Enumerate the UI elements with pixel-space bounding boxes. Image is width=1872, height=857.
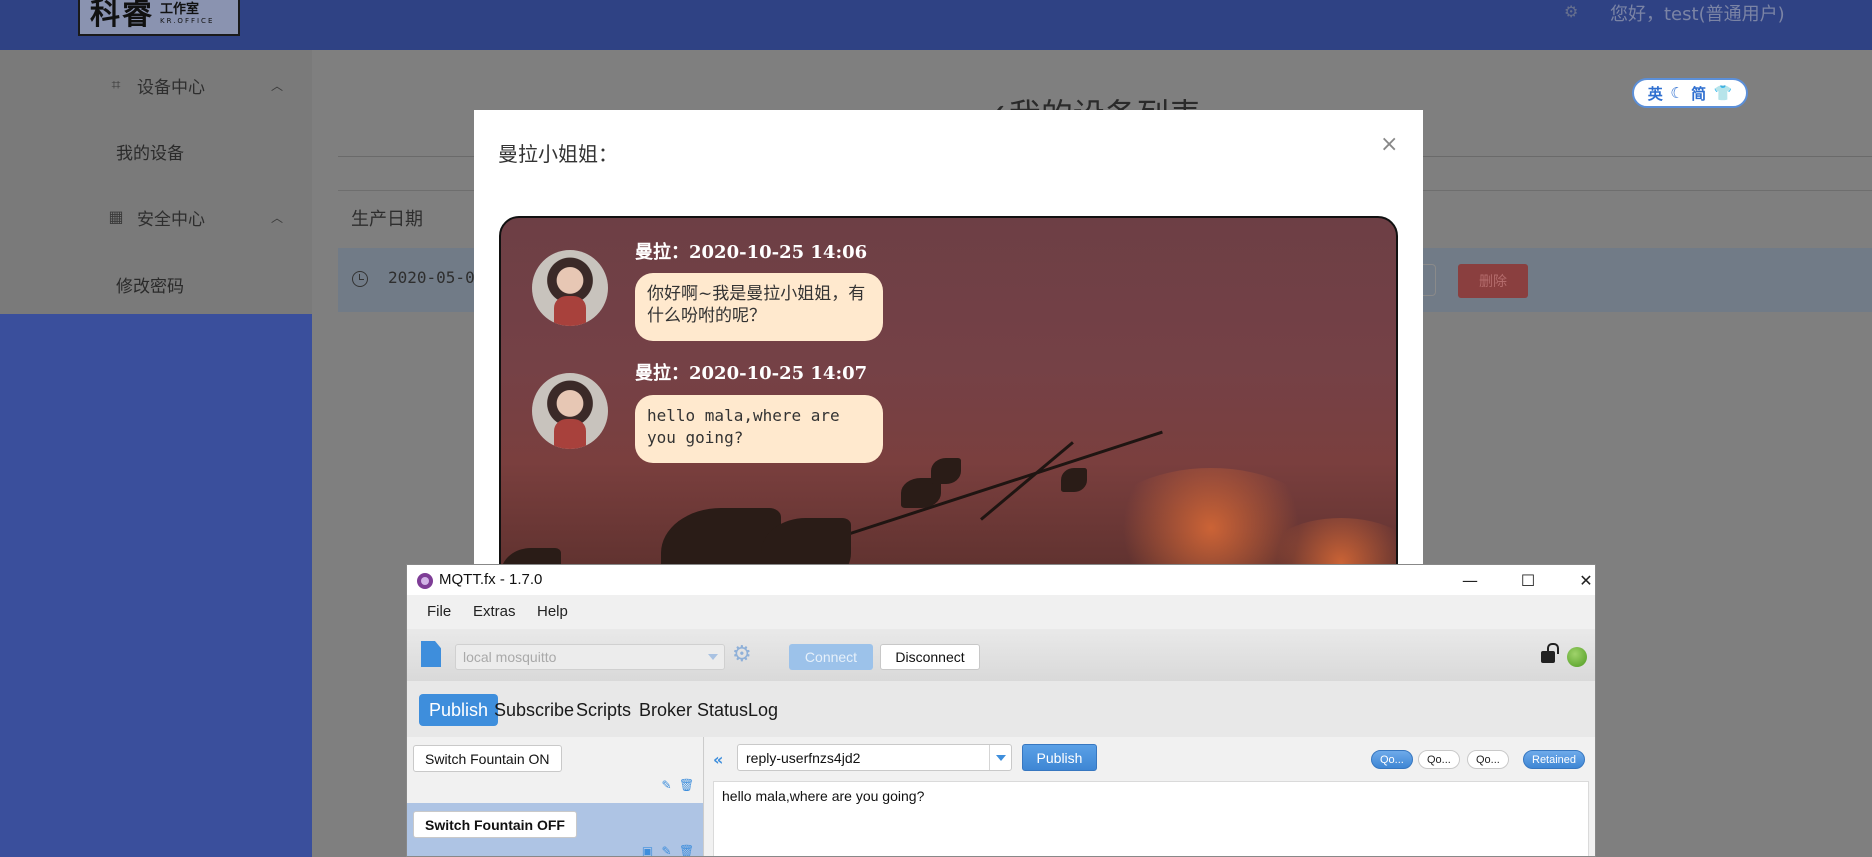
chip-icon: ⌗	[111, 75, 121, 94]
disconnect-button[interactable]: Disconnect	[880, 644, 980, 670]
qos1-toggle[interactable]: Qo...	[1418, 750, 1460, 769]
topic-value: reply-userfnzs4jd2	[746, 750, 861, 766]
logo: 科睿 工作室 KR.OFFICE	[78, 0, 240, 36]
user-greeting[interactable]: 您好，test(普通用户)	[1610, 0, 1785, 26]
menu-help[interactable]: Help	[537, 603, 568, 620]
message-sender: 曼拉：2020-10-25 14:06	[635, 242, 868, 263]
connection-toolbar: local mosquitto ⚙ Connect Disconnect	[407, 629, 1595, 681]
close-icon[interactable]: ×	[1380, 132, 1398, 157]
language-switcher[interactable]: 英 ☾ 简 👕	[1632, 78, 1748, 108]
chat-window: 曼拉：2020-10-25 14:06 你好啊~我是曼拉小姐姐，有什么吩咐的呢？…	[499, 216, 1398, 596]
connect-button[interactable]: Connect	[789, 644, 873, 670]
window-title: MQTT.fx - 1.7.0	[439, 571, 543, 588]
trash-icon[interactable]: 🗑	[679, 779, 694, 792]
clock-icon	[352, 271, 368, 287]
modal-title: 曼拉小姐姐：	[498, 142, 618, 166]
avatar	[532, 373, 608, 449]
close-button[interactable]: ✕	[1563, 565, 1595, 595]
edit-icon[interactable]: ✎	[660, 845, 673, 857]
moon-icon[interactable]: ☾	[1670, 84, 1683, 102]
tab-bar: Publish Subscribe Scripts Broker Status …	[407, 681, 1595, 737]
message-bubble: hello mala,where are you going?	[635, 395, 883, 463]
avatar	[532, 250, 608, 326]
leaf-shape	[931, 458, 961, 484]
sidebar-group-security-center[interactable]: ▦ 安全中心 ︿	[0, 197, 312, 237]
chevron-down-icon[interactable]	[989, 745, 1011, 770]
maximize-button[interactable]: ☐	[1505, 565, 1551, 595]
publish-pane: « reply-userfnzs4jd2 Publish Qo... Qo...…	[705, 737, 1595, 856]
cell-date: 2020-05-06	[388, 268, 485, 287]
publish-button[interactable]: Publish	[1022, 744, 1097, 771]
sidebar: ⌗ 设备中心 ︿ 我的设备 ▦ 安全中心 ︿ 修改密码	[0, 50, 312, 857]
edit-icon[interactable]: ✎	[660, 779, 673, 792]
column-header-date: 生产日期	[351, 209, 423, 230]
chevron-up-icon: ︿	[271, 78, 284, 93]
logo-en-text: KR.OFFICE	[160, 16, 215, 25]
save-icon[interactable]: ▣	[641, 845, 654, 857]
trash-icon[interactable]: 🗑	[679, 845, 694, 857]
message-bubble: 你好啊~我是曼拉小姐姐，有什么吩咐的呢？	[635, 273, 883, 341]
grid-icon: ▦	[108, 207, 124, 226]
unlock-icon	[1541, 643, 1559, 663]
payload-textarea[interactable]: hello mala,where are you going?	[713, 781, 1589, 856]
chevron-down-icon	[708, 654, 718, 660]
window-titlebar[interactable]: MQTT.fx - 1.7.0 — ☐ ✕	[407, 565, 1595, 595]
chat-modal: 曼拉小姐姐： × 曼拉：2020-10-25 14:06 你好啊~我是曼拉小姐姐…	[474, 110, 1423, 596]
logo-studio-text: 工作室	[160, 1, 200, 17]
connection-profile-select[interactable]: local mosquitto	[455, 644, 725, 670]
menu-extras[interactable]: Extras	[473, 603, 516, 620]
qos2-toggle[interactable]: Qo...	[1467, 750, 1509, 769]
list-item[interactable]: Switch Fountain ON ✎ 🗑	[407, 737, 703, 803]
sidebar-group-label: 安全中心	[137, 209, 205, 230]
logo-main-text: 科睿	[90, 0, 154, 32]
top-navbar: 科睿 工作室 KR.OFFICE ⚙ 您好，test(普通用户)	[0, 0, 1872, 50]
sidebar-group-device-center[interactable]: ⌗ 设备中心 ︿	[0, 65, 312, 105]
shirt-icon[interactable]: 👕	[1714, 84, 1733, 102]
chevron-up-icon: ︿	[271, 210, 284, 225]
language-english-toggle[interactable]: 英	[1648, 83, 1663, 104]
sidebar-item-my-devices[interactable]: 我的设备	[116, 139, 184, 164]
tree-branch	[980, 441, 1074, 521]
saved-message-button[interactable]: Switch Fountain ON	[413, 745, 562, 772]
sidebar-item-change-password[interactable]: 修改密码	[116, 272, 184, 297]
sidebar-group-label: 设备中心	[137, 77, 205, 98]
mqttfx-window: MQTT.fx - 1.7.0 — ☐ ✕ File Extras Help l…	[406, 564, 1596, 857]
gear-icon[interactable]: ⚙	[732, 644, 756, 668]
language-simplified-toggle[interactable]: 简	[1691, 83, 1706, 104]
qos0-toggle[interactable]: Qo...	[1371, 750, 1413, 769]
mqttfx-app-icon	[417, 573, 433, 589]
profile-select-value: local mosquitto	[463, 649, 557, 665]
list-item[interactable]: Switch Fountain OFF ▣ ✎ 🗑	[407, 803, 703, 857]
minimize-button[interactable]: —	[1447, 565, 1493, 595]
delete-button[interactable]: 删除	[1458, 264, 1528, 298]
menu-bar: File Extras Help	[407, 595, 1595, 629]
message-sender: 曼拉：2020-10-25 14:07	[635, 363, 868, 384]
double-chevron-left-icon[interactable]: «	[713, 750, 723, 769]
settings-gear-icon[interactable]: ⚙	[1564, 2, 1582, 21]
menu-file[interactable]: File	[427, 603, 451, 620]
tab-log[interactable]: Log	[738, 694, 788, 726]
sidebar-menu: ⌗ 设备中心 ︿ 我的设备 ▦ 安全中心 ︿ 修改密码	[0, 50, 312, 314]
connection-profile-file-icon[interactable]	[421, 641, 441, 667]
retained-toggle[interactable]: Retained	[1523, 750, 1586, 769]
leaf-shape	[1061, 468, 1087, 492]
topic-input[interactable]: reply-userfnzs4jd2	[737, 744, 1012, 771]
connection-status-indicator	[1567, 647, 1587, 667]
saved-messages-pane: Switch Fountain ON ✎ 🗑 Switch Fountain O…	[407, 737, 704, 857]
saved-message-button[interactable]: Switch Fountain OFF	[413, 811, 577, 838]
